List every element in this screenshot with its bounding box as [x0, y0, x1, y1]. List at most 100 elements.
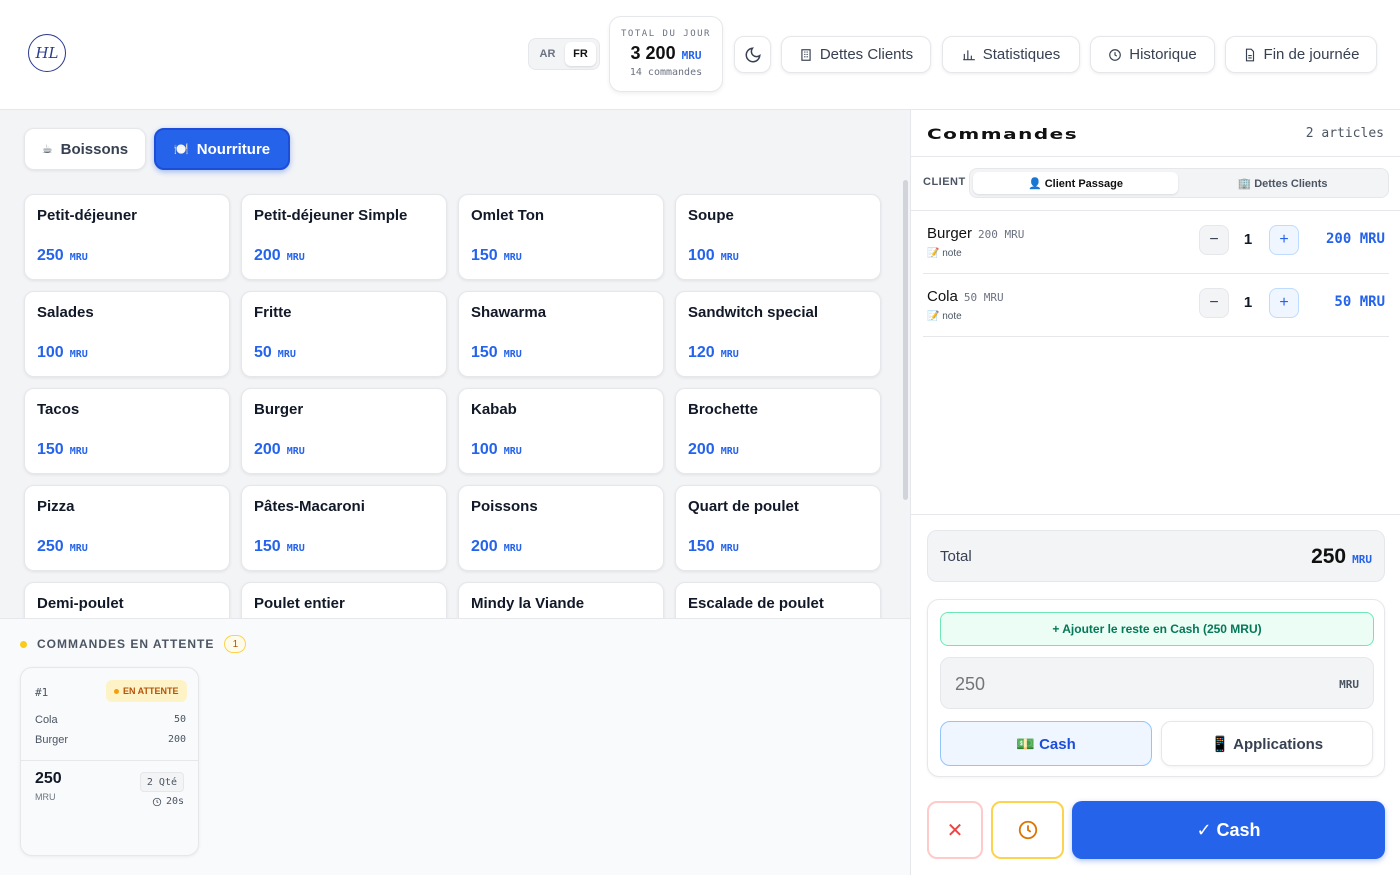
order-item-name: Cola 50 MRU [927, 288, 1004, 305]
product-scrollbar[interactable] [903, 180, 908, 500]
product-name: Burger [254, 401, 304, 418]
pending-time: 20s [152, 796, 184, 807]
order-item-note-button[interactable]: 📝 note [927, 248, 962, 259]
product-name: Quart de poulet [688, 498, 799, 515]
product-price: 150 MRU [471, 344, 522, 361]
category-nourriture-button[interactable]: 🍽️ Nourriture [154, 128, 290, 170]
order-panel: Commandes 2 articles CLIENT 👤 Client Pas… [910, 110, 1400, 875]
client-type-switch: 👤 Client Passage 🏢 Dettes Clients [969, 168, 1389, 198]
product-name: Petit-déjeuner Simple [254, 207, 408, 224]
logo-initials: HL [35, 44, 59, 62]
product-price: 50 MRU [254, 344, 296, 361]
order-total-label: Total [940, 548, 972, 565]
payment-box: + Ajouter le reste en Cash (250 MRU) MRU… [927, 599, 1385, 777]
product-name: Mindy la Viande [471, 595, 585, 612]
product-name: Tacos [37, 401, 80, 418]
day-total-value: 3 200 MRU [630, 43, 702, 63]
product-card[interactable]: Soupe 100 MRU [675, 194, 881, 280]
order-item-cola: Cola 50 MRU 📝 note − 1 + 50 MRU [923, 274, 1389, 337]
product-name: Poulet entier [254, 595, 345, 612]
day-total-label: TOTAL DU JOUR [621, 29, 711, 39]
plate-icon: 🍽️ [173, 142, 189, 156]
language-switch: AR FR [528, 38, 600, 70]
product-card[interactable]: Omlet Ton 150 MRU [458, 194, 664, 280]
cancel-order-button[interactable]: ✕ [927, 801, 983, 859]
product-name: Poissons [471, 498, 538, 515]
product-card[interactable]: Brochette 200 MRU [675, 388, 881, 474]
pending-orders-section: COMMANDES EN ATTENTE 1 #1 EN ATTENTE Col… [0, 618, 910, 875]
decrease-qty-button[interactable]: − [1199, 288, 1229, 318]
history-button[interactable]: Historique [1090, 36, 1215, 73]
end-day-button[interactable]: Fin de journée [1225, 36, 1377, 73]
order-item-note-button[interactable]: 📝 note [927, 311, 962, 322]
product-card[interactable]: Tacos 150 MRU [24, 388, 230, 474]
applications-method-button[interactable]: 📱 Applications [1161, 721, 1373, 766]
product-name: Escalade de poulet [688, 595, 824, 612]
product-card[interactable]: Pizza 250 MRU [24, 485, 230, 571]
product-card[interactable]: Burger 200 MRU [241, 388, 447, 474]
stats-button[interactable]: Statistiques [942, 36, 1080, 73]
product-card[interactable]: Sandwitch special 120 MRU [675, 291, 881, 377]
product-card[interactable]: Poulet entier [241, 582, 447, 618]
product-card[interactable]: Mindy la Viande [458, 582, 664, 618]
document-icon [1245, 48, 1254, 61]
clock-icon [1109, 48, 1122, 61]
product-card[interactable]: Fritte 50 MRU [241, 291, 447, 377]
product-card[interactable]: Quart de poulet 150 MRU [675, 485, 881, 571]
pending-count-badge: 1 [224, 635, 247, 653]
product-price: 150 MRU [254, 538, 305, 555]
status-dot-icon [114, 688, 119, 694]
product-card[interactable]: Pâtes-Macaroni 150 MRU [241, 485, 447, 571]
pending-title: COMMANDES EN ATTENTE [37, 637, 215, 651]
product-name: Kabab [471, 401, 517, 418]
divider [911, 514, 1400, 515]
pay-cash-button[interactable]: ✓ Cash [1072, 801, 1385, 859]
category-boissons-button[interactable]: ☕ Boissons [24, 128, 146, 170]
add-rest-cash-button[interactable]: + Ajouter le reste en Cash (250 MRU) [940, 612, 1374, 646]
product-card[interactable]: Demi-poulet [24, 582, 230, 618]
increase-qty-button[interactable]: + [1269, 225, 1299, 255]
hold-order-button[interactable] [991, 801, 1064, 859]
client-passage-option[interactable]: 👤 Client Passage [973, 172, 1178, 194]
product-card[interactable]: Escalade de poulet [675, 582, 881, 618]
product-price: 200 MRU [254, 247, 305, 264]
product-price: 100 MRU [688, 247, 739, 264]
close-icon: ✕ [946, 819, 964, 842]
pending-total-currency: MRU [35, 792, 56, 802]
cash-method-button[interactable]: 💵 Cash [940, 721, 1152, 766]
product-name: Pizza [37, 498, 75, 515]
product-card[interactable]: Petit-déjeuner Simple 200 MRU [241, 194, 447, 280]
product-card[interactable]: Poissons 200 MRU [458, 485, 664, 571]
product-card[interactable]: Kabab 100 MRU [458, 388, 664, 474]
lang-fr-button[interactable]: FR [565, 42, 596, 66]
pending-dot-icon [20, 640, 27, 648]
product-name: Brochette [688, 401, 759, 418]
pending-order-card[interactable]: #1 EN ATTENTE Cola 50 Burger 200 250 MRU 2… [20, 667, 199, 856]
client-label: CLIENT [923, 176, 966, 188]
dark-mode-button[interactable] [734, 36, 771, 73]
order-item-burger: Burger 200 MRU 📝 note − 1 + 200 MRU [923, 211, 1389, 274]
pending-order-number: #1 [35, 686, 49, 699]
product-name: Petit-déjeuner [37, 207, 138, 224]
amount-input[interactable] [955, 670, 1255, 698]
product-name: Shawarma [471, 304, 547, 321]
debts-button[interactable]: Dettes Clients [781, 36, 931, 73]
pending-line: Burger 200 [35, 734, 186, 746]
lang-ar-button[interactable]: AR [532, 42, 563, 66]
product-card[interactable]: Shawarma 150 MRU [458, 291, 664, 377]
client-debts-option[interactable]: 🏢 Dettes Clients [1180, 172, 1385, 194]
product-name: Omlet Ton [471, 207, 545, 224]
decrease-qty-button[interactable]: − [1199, 225, 1229, 255]
product-card[interactable]: Salades 100 MRU [24, 291, 230, 377]
increase-qty-button[interactable]: + [1269, 288, 1299, 318]
coffee-icon: ☕ [41, 142, 53, 156]
clock-icon [1018, 820, 1037, 840]
amount-field: MRU [940, 657, 1374, 709]
product-card[interactable]: Petit-déjeuner 250 MRU [24, 194, 230, 280]
pending-line: Cola 50 [35, 714, 186, 726]
product-price: 250 MRU [37, 538, 88, 555]
order-item-count: 2 articles [1305, 126, 1384, 141]
product-grid: Petit-déjeuner 250 MRU Petit-déjeuner Simpl… [24, 194, 881, 618]
product-price: 120 MRU [688, 344, 739, 361]
top-header: HL AR FR TOTAL DU JOUR 3 200 MRU 14 comma… [0, 0, 1400, 110]
